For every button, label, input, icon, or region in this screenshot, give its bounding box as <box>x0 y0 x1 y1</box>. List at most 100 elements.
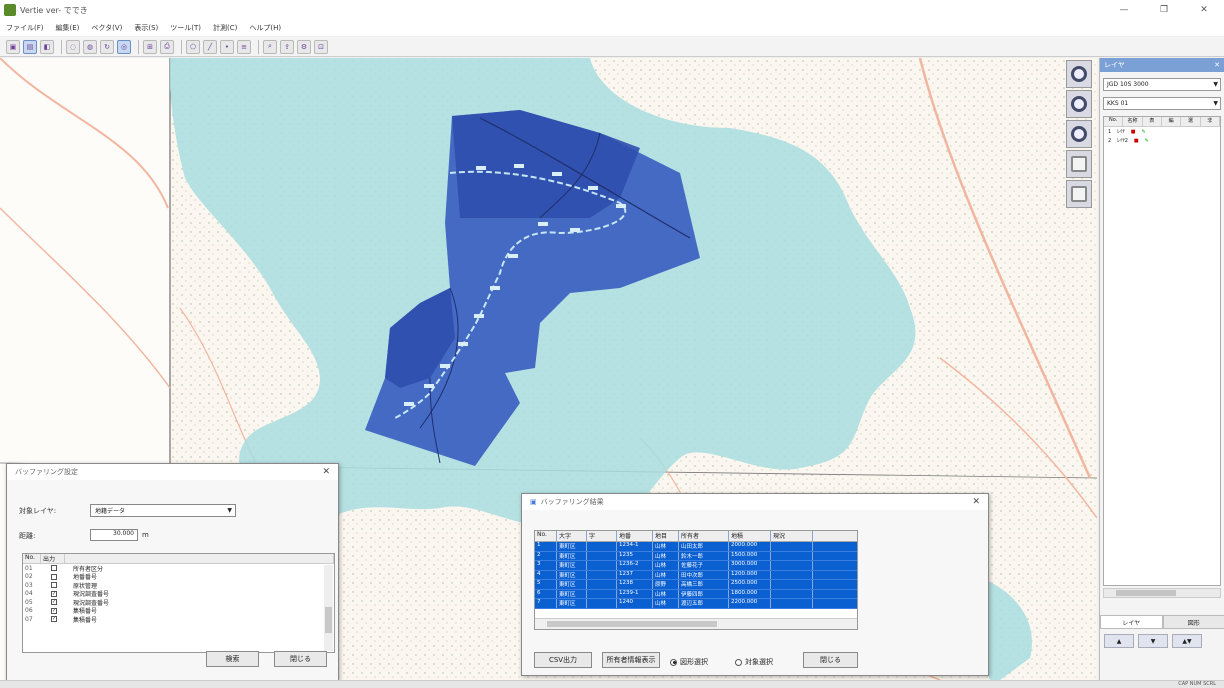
field-row-no: 03 <box>25 581 33 589</box>
field-row[interactable]: 07 ✓ 集積番号 <box>23 615 334 624</box>
grid-icon[interactable]: ⊡ <box>314 39 328 54</box>
field-output-checkbox[interactable]: ✓ <box>51 607 57 614</box>
close-button[interactable]: ✕ <box>1184 0 1224 20</box>
owner-info-button[interactable]: 所有者情報表示 <box>602 652 660 668</box>
layer-row[interactable]: 1 ﾚｲﾔ ■ ✎ <box>1104 127 1220 136</box>
chevron-down-icon: ▼ <box>1213 81 1218 88</box>
edit-icon[interactable]: ✎ <box>1145 138 1149 144</box>
layer-row[interactable]: 2 ﾚｲﾔ2 ■ ✎ <box>1104 136 1220 145</box>
field-output-checkbox[interactable]: ✓ <box>51 616 57 623</box>
polygon-icon[interactable]: ⬠ <box>186 39 200 54</box>
maximize-button[interactable]: ❐ <box>1144 0 1184 20</box>
select-icon[interactable]: ▤ <box>23 39 37 54</box>
close-icon[interactable]: ✕ <box>322 467 330 477</box>
field-output-checkbox[interactable]: ✓ <box>51 590 57 597</box>
field-output-checkbox[interactable]: ✓ <box>51 599 57 606</box>
close-icon[interactable]: ✕ <box>972 497 980 507</box>
result-col-header[interactable]: 地目 <box>653 531 679 541</box>
attribute-icon[interactable]: ≡ <box>237 39 251 54</box>
measure-icon[interactable]: ⊞ <box>143 39 157 54</box>
line-icon[interactable]: ╱ <box>203 39 217 54</box>
layer-icon[interactable]: ◧ <box>40 39 54 54</box>
result-row[interactable]: 6 東町区 1239-1 山林 伊藤四郎 1800.000 <box>535 589 857 599</box>
close-button[interactable]: 閉じる <box>274 651 327 667</box>
field-list-scrollbar[interactable] <box>324 565 333 651</box>
search-icon[interactable]: ⌕ <box>263 39 277 54</box>
layer-panel: レイヤ ✕ JGD 10S 3000 ▼ KKS 01 ▼ No. 名称 表 編… <box>1099 58 1224 680</box>
settings-icon[interactable]: ⚙ <box>297 39 311 54</box>
result-row[interactable]: 5 東町区 1238 原野 高橋三郎 2500.000 <box>535 580 857 590</box>
target-layer-value: 地籍データ <box>95 508 126 515</box>
fit-button[interactable] <box>1066 150 1092 178</box>
menu-vector[interactable]: ベクタ(V) <box>91 23 122 33</box>
menu-help[interactable]: ヘルプ(H) <box>249 23 281 33</box>
field-list: No. 出力 01 所有者区分 02 地番番号 03 原状管理 04 ✓ 現況調査番号 05 ✓ 現況… <box>22 553 335 653</box>
edit-icon[interactable]: ✎ <box>1141 129 1145 135</box>
layer-down-button[interactable]: ▼ <box>1138 634 1168 648</box>
field-row-no: 01 <box>25 564 33 572</box>
result-col-header[interactable]: 字 <box>587 531 617 541</box>
open-icon[interactable]: ▣ <box>6 39 20 54</box>
field-row[interactable]: 02 地番番号 <box>23 573 334 581</box>
layer-panel-tabs: レイヤ 図形 <box>1100 615 1224 629</box>
result-col-header[interactable]: 所有者 <box>679 531 729 541</box>
result-row[interactable]: 1 東町区 1234-1 山林 山田太郎 2000.000 <box>535 542 857 552</box>
menu-measure[interactable]: 計測(C) <box>213 23 237 33</box>
layer-move-button[interactable]: ▲▼ <box>1172 634 1202 648</box>
visible-icon[interactable]: ■ <box>1131 129 1136 135</box>
result-col-header[interactable]: No. <box>535 531 557 541</box>
result-col-header[interactable]: 現況 <box>771 531 813 541</box>
result-col-header[interactable]: 地積 <box>729 531 771 541</box>
field-output-checkbox[interactable] <box>51 565 57 572</box>
buffer-icon[interactable]: ◎ <box>117 39 131 54</box>
layer-panel-close[interactable]: ✕ <box>1214 61 1220 69</box>
result-scrollbar[interactable] <box>535 618 857 629</box>
chevron-down-icon: ▼ <box>227 507 232 514</box>
export-icon[interactable]: ⇪ <box>280 39 294 54</box>
csv-export-button[interactable]: CSV出力 <box>534 652 592 668</box>
compass-button[interactable] <box>1066 60 1092 88</box>
coordinate-system-select[interactable]: JGD 10S 3000 ▼ <box>1103 78 1221 91</box>
zoom-out-button[interactable] <box>1066 120 1092 148</box>
menu-edit[interactable]: 編集(E) <box>56 23 80 33</box>
result-col-header[interactable]: 地番 <box>617 531 653 541</box>
radio-target-select[interactable]: 対象選択 <box>735 657 773 667</box>
field-output-checkbox[interactable] <box>51 573 57 580</box>
field-output-checkbox[interactable] <box>51 582 57 589</box>
print-icon[interactable]: ⎙ <box>160 39 174 54</box>
layer-row-name: ﾚｲﾔ <box>1117 129 1125 135</box>
close-button[interactable]: 閉じる <box>803 652 858 668</box>
layer-up-button[interactable]: ▲ <box>1104 634 1134 648</box>
field-row[interactable]: 03 原状管理 <box>23 581 334 590</box>
point-icon[interactable]: • <box>220 39 234 54</box>
field-row[interactable]: 04 ✓ 現況調査番号 <box>23 590 334 598</box>
search-button[interactable]: 検索 <box>206 651 259 667</box>
field-row[interactable]: 06 ✓ 集積番号 <box>23 607 334 615</box>
target-layer-select[interactable]: 地籍データ ▼ <box>90 504 236 517</box>
tab-layer[interactable]: レイヤ <box>1100 615 1163 629</box>
extent-button[interactable] <box>1066 180 1092 208</box>
result-row[interactable]: 4 東町区 1237 山林 田中次郎 1200.000 <box>535 570 857 580</box>
menu-tools[interactable]: ツール(T) <box>170 23 201 33</box>
layer-scrollbar[interactable] <box>1103 588 1221 598</box>
field-row[interactable]: 05 ✓ 現況調査番号 <box>23 598 334 607</box>
result-row[interactable]: 2 東町区 1235 山林 鈴木一郎 1500.000 <box>535 551 857 561</box>
radio-figure-select[interactable]: 図形選択 <box>670 657 708 667</box>
layer-group-select[interactable]: KKS 01 ▼ <box>1103 97 1221 110</box>
result-row[interactable]: 3 東町区 1236-2 山林 佐藤花子 3000.000 <box>535 561 857 571</box>
zoom-icon[interactable]: ◍ <box>83 39 97 54</box>
result-cell: 山田太郎 <box>679 542 729 551</box>
visible-icon[interactable]: ■ <box>1134 138 1139 144</box>
tab-figure[interactable]: 図形 <box>1162 615 1224 629</box>
rotate-icon[interactable]: ↻ <box>100 39 114 54</box>
menu-view[interactable]: 表示(S) <box>134 23 158 33</box>
minimize-button[interactable]: — <box>1104 0 1144 20</box>
pan-icon[interactable]: ◌ <box>66 39 80 54</box>
field-row[interactable]: 01 所有者区分 <box>23 564 334 573</box>
zoom-in-button[interactable] <box>1066 90 1092 118</box>
buffer-settings-dialog: バッファリング設定 ✕ 対象レイヤ: 地籍データ ▼ 距離: 30.000 m … <box>6 463 339 681</box>
distance-input[interactable]: 30.000 <box>90 529 138 541</box>
menu-file[interactable]: ファイル(F) <box>6 23 44 33</box>
result-col-header[interactable]: 大字 <box>557 531 587 541</box>
result-row[interactable]: 7 東町区 1240 山林 渡辺五郎 2200.000 <box>535 599 857 609</box>
